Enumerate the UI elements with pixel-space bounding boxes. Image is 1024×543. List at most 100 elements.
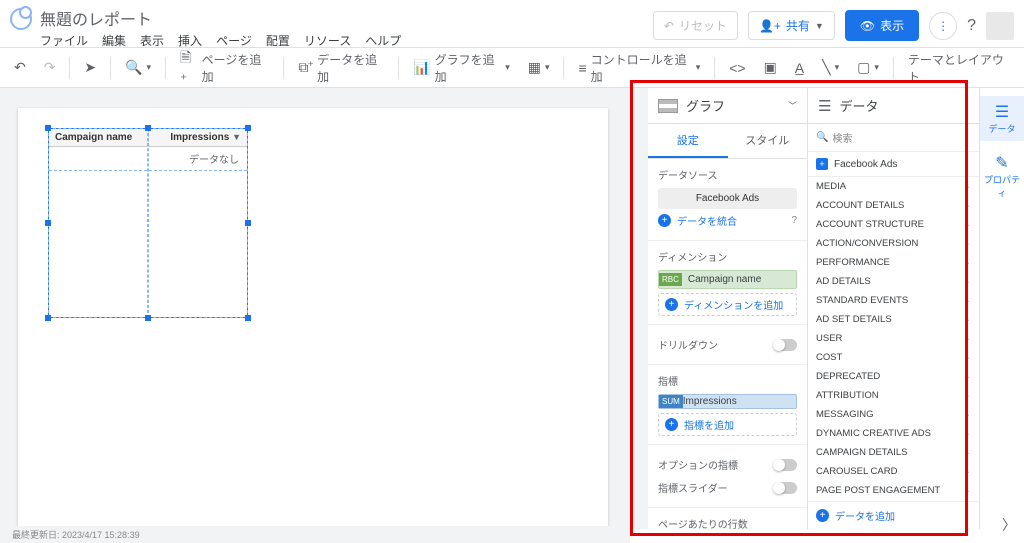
link-icon: <> bbox=[729, 60, 745, 76]
tab-style[interactable]: スタイル bbox=[728, 124, 808, 158]
redo-icon: ↷ bbox=[44, 59, 56, 76]
dimension-chip[interactable]: RBCCampaign name bbox=[658, 270, 797, 289]
chevron-down-icon: ⌄ bbox=[963, 200, 971, 211]
field-category[interactable]: DYNAMIC CREATIVE ADS⌄ bbox=[808, 424, 979, 443]
filter-icon: ≡ bbox=[578, 60, 586, 76]
field-category[interactable]: MESSAGING⌄ bbox=[808, 405, 979, 424]
data-icon: ☰ bbox=[818, 97, 831, 115]
drilldown-toggle[interactable] bbox=[773, 339, 797, 351]
field-category[interactable]: ACCOUNT DETAILS⌄ bbox=[808, 196, 979, 215]
user-avatar[interactable] bbox=[986, 12, 1014, 40]
plus-square-icon: + bbox=[816, 158, 828, 170]
rail-data[interactable]: ☰データ bbox=[980, 96, 1024, 141]
image-button[interactable]: ▣ bbox=[758, 55, 783, 80]
tab-settings[interactable]: 設定 bbox=[648, 124, 728, 158]
add-page-button[interactable]: 🗎⁺ページを追加 bbox=[174, 43, 275, 92]
datasource-label: データソース bbox=[658, 167, 797, 182]
document-title[interactable]: 無題のレポート bbox=[40, 6, 401, 30]
chart-panel: グラフ ﹀ 設定 スタイル データソース Facebook Ads +データを統… bbox=[648, 88, 808, 529]
field-category[interactable]: PERFORMANCE⌄ bbox=[808, 253, 979, 272]
theme-button[interactable]: テーマとレイアウト bbox=[902, 47, 1016, 89]
selection-tool[interactable]: ➤ bbox=[78, 55, 102, 80]
data-add-icon: ⧉⁺ bbox=[298, 59, 313, 76]
field-category[interactable]: AD DETAILS⌄ bbox=[808, 272, 979, 291]
field-category[interactable]: AD SET DETAILS⌄ bbox=[808, 310, 979, 329]
blend-data-button[interactable]: +データを統合? bbox=[658, 209, 797, 232]
chevron-down-icon: ⌄ bbox=[963, 238, 971, 249]
chevron-down-icon: ⌄ bbox=[963, 371, 971, 382]
dimension-label: ディメンション bbox=[658, 249, 797, 264]
community-viz-button[interactable]: ▦▾ bbox=[522, 55, 556, 80]
chart-type-dropdown[interactable]: グラフ bbox=[686, 96, 780, 115]
shape-icon: ▢ bbox=[857, 59, 870, 76]
zoom-dropdown[interactable]: 🔍▾ bbox=[119, 55, 157, 80]
menu-edit[interactable]: 編集 bbox=[102, 32, 126, 49]
app-logo[interactable] bbox=[10, 8, 32, 30]
chevron-down-icon: ⌄ bbox=[963, 447, 971, 458]
field-category[interactable]: ACTION/CONVERSION⌄ bbox=[808, 234, 979, 253]
data-search[interactable]: 🔍検索 bbox=[808, 124, 979, 152]
share-button[interactable]: 👤+共有▼ bbox=[748, 11, 835, 40]
line-button[interactable]: ╲▾ bbox=[816, 55, 845, 80]
text-button[interactable]: A̲ bbox=[789, 56, 810, 80]
menu-view[interactable]: 表示 bbox=[140, 32, 164, 49]
line-icon: ╲ bbox=[822, 59, 830, 76]
table-icon bbox=[658, 99, 678, 113]
metric-chip[interactable]: SUMImpressions bbox=[658, 394, 797, 409]
view-button[interactable]: 👁表示 bbox=[845, 10, 919, 41]
add-dimension-button[interactable]: +ディメンションを追加 bbox=[658, 293, 797, 316]
cursor-icon: ➤ bbox=[84, 59, 96, 76]
report-page[interactable]: Campaign name Impressions ▼ データなし bbox=[18, 108, 608, 529]
undo-button[interactable]: ↶ bbox=[8, 55, 32, 80]
zoom-icon: 🔍 bbox=[125, 59, 142, 76]
field-category[interactable]: COST⌄ bbox=[808, 348, 979, 367]
add-data-button[interactable]: ⧉⁺データを追加 bbox=[292, 47, 390, 89]
plus-icon: + bbox=[658, 214, 671, 227]
eye-icon: 👁 bbox=[860, 19, 875, 33]
chevron-down-icon: ⌄ bbox=[963, 352, 971, 363]
more-button[interactable]: ⋮ bbox=[929, 12, 957, 40]
chevron-down-icon: ⌄ bbox=[963, 257, 971, 268]
rail-properties[interactable]: ✎プロパティ bbox=[980, 147, 1024, 205]
datasource-chip[interactable]: Facebook Ads bbox=[658, 188, 797, 209]
chevron-down-icon: ⌄ bbox=[963, 390, 971, 401]
add-data-bottom[interactable]: +データを追加 bbox=[808, 501, 979, 529]
field-category[interactable]: ATTRIBUTION⌄ bbox=[808, 386, 979, 405]
field-category[interactable]: PAGE POST ENGAGEMENT⌄ bbox=[808, 481, 979, 500]
chevron-down-icon: ⌄ bbox=[963, 219, 971, 230]
field-category[interactable]: STANDARD EVENTS⌄ bbox=[808, 291, 979, 310]
image-icon: ▣ bbox=[764, 59, 777, 76]
chevron-down-icon: ⌄ bbox=[963, 276, 971, 287]
data-panel: ☰ データ 🔍検索 +Facebook Ads MEDIA⌄ACCOUNT DE… bbox=[808, 88, 980, 529]
help-button[interactable]: ? bbox=[967, 17, 976, 35]
footer-updated: 最終更新日: 2023/4/17 15:28:39 bbox=[0, 526, 630, 543]
chevron-down-icon: ⌄ bbox=[963, 333, 971, 344]
field-category[interactable]: MEDIA⌄ bbox=[808, 177, 979, 196]
canvas-area[interactable]: Campaign name Impressions ▼ データなし bbox=[0, 88, 648, 529]
rows-label: ページあたりの行数 bbox=[658, 516, 797, 529]
metric-slider-toggle[interactable] bbox=[773, 482, 797, 494]
add-control-button[interactable]: ≡コントロールを追加▾ bbox=[572, 47, 706, 89]
reset-button[interactable]: ↶リセット bbox=[653, 11, 738, 40]
field-category[interactable]: USER⌄ bbox=[808, 329, 979, 348]
expand-button[interactable]: 〉 bbox=[1002, 515, 1016, 535]
url-embed-button[interactable]: <> bbox=[723, 56, 751, 80]
field-category[interactable]: DEPRECATED⌄ bbox=[808, 367, 979, 386]
plus-icon: + bbox=[665, 418, 678, 431]
help-icon[interactable]: ? bbox=[791, 215, 797, 226]
field-category[interactable]: CAROUSEL CARD⌄ bbox=[808, 462, 979, 481]
metric-slider-label: 指標スライダー bbox=[658, 480, 728, 495]
field-category[interactable]: ACCOUNT STRUCTURE⌄ bbox=[808, 215, 979, 234]
menu-file[interactable]: ファイル bbox=[40, 32, 88, 49]
add-metric-button[interactable]: +指標を追加 bbox=[658, 413, 797, 436]
add-chart-button[interactable]: 📊グラフを追加▾ bbox=[407, 47, 516, 89]
chevron-down-icon: ﹀ bbox=[788, 99, 797, 112]
metric-label: 指標 bbox=[658, 373, 797, 388]
redo-button[interactable]: ↷ bbox=[38, 55, 62, 80]
optional-metric-toggle[interactable] bbox=[773, 459, 797, 471]
chevron-down-icon: ⌄ bbox=[963, 181, 971, 192]
shape-button[interactable]: ▢▾ bbox=[851, 55, 885, 80]
field-category[interactable]: CAMPAIGN DETAILS⌄ bbox=[808, 443, 979, 462]
chevron-down-icon: ⌄ bbox=[963, 485, 971, 496]
datasource-header[interactable]: +Facebook Ads bbox=[808, 152, 979, 177]
